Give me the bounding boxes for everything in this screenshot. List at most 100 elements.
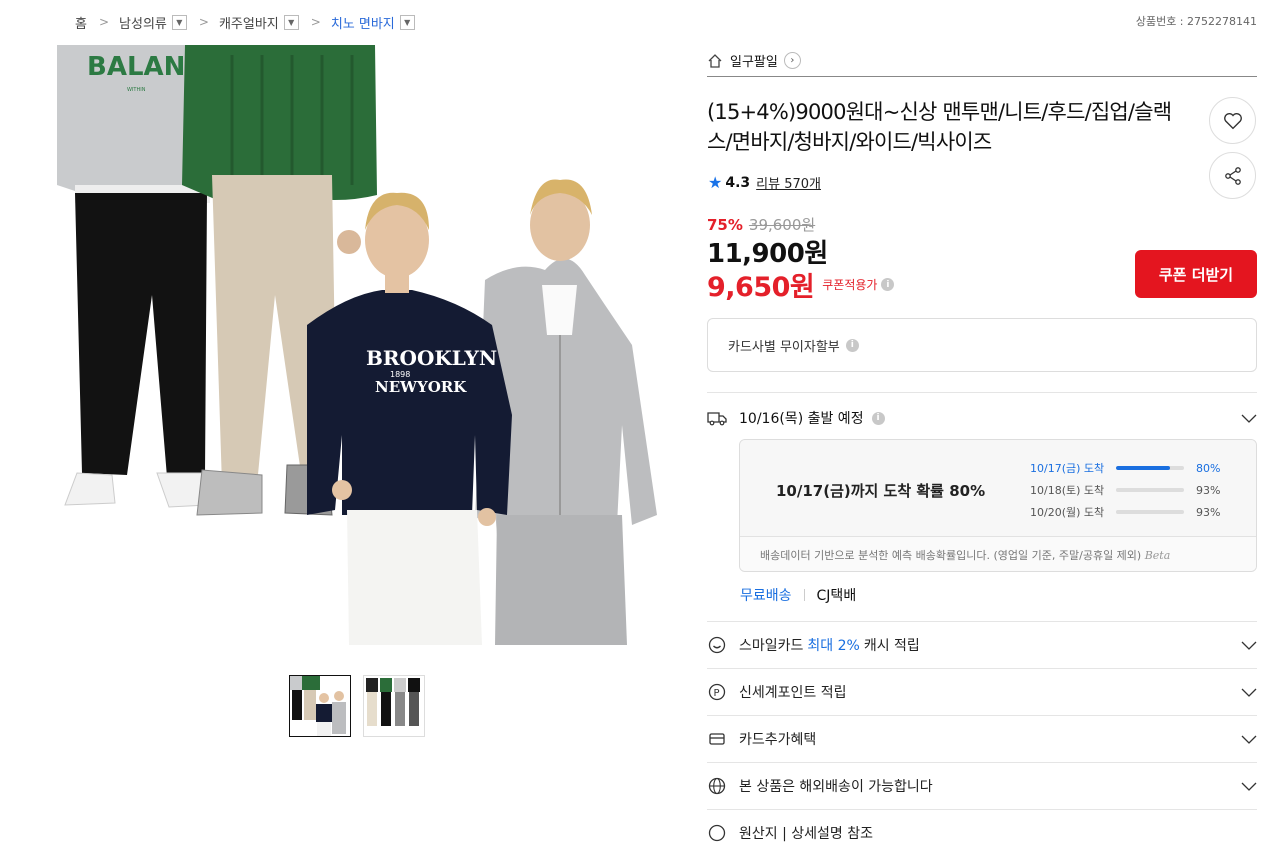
card-installment-box[interactable]: 카드사별 무이자할부 i — [707, 318, 1257, 372]
breadcrumb-category-1[interactable]: 남성의류 ▼ > — [119, 13, 219, 32]
smile-card-label: 스마일카드 — [739, 637, 804, 654]
breadcrumb-category-2[interactable]: 캐주얼바지 ▼ > — [219, 13, 331, 32]
probability-percent: 93% — [1196, 483, 1221, 497]
origin-row: 원산지 | 상세설명 참조 — [707, 809, 1257, 855]
breadcrumb-label[interactable]: 남성의류 — [119, 13, 167, 32]
shinsegae-point-label: 신세계포인트 적립 — [739, 684, 847, 701]
truck-icon — [707, 412, 727, 426]
discount-rate: 75% — [707, 216, 743, 234]
svg-text:P: P — [714, 688, 720, 699]
origin-label: 원산지 | 상세설명 참조 — [739, 825, 873, 842]
smile-icon — [707, 635, 727, 655]
discount-info: 75% 39,600원 — [707, 214, 815, 235]
chevron-down-icon[interactable] — [1241, 684, 1257, 700]
home-icon — [708, 53, 722, 68]
probability-bar — [1116, 510, 1184, 514]
chevron-right-icon[interactable]: › — [783, 52, 801, 69]
product-title: (15+4%)9000원대~신상 맨투맨/니트/후드/집업/슬랙스/면바지/청바… — [707, 100, 1172, 154]
product-main-image[interactable]: BALANCE WITHIN BROOKLYN 1898 NEWYORK — [57, 45, 657, 645]
probability-percent: 80% — [1196, 461, 1221, 475]
probability-bar — [1116, 466, 1184, 470]
document-icon — [707, 823, 727, 843]
delivery-probability-list: 10/17(금) 도착 80% 10/18(토) 도착 93% 10/20(월)… — [1030, 457, 1220, 523]
divider — [803, 589, 805, 601]
card-benefit-label: 카드추가혜택 — [739, 731, 817, 748]
delivery-probability-row: 10/20(월) 도착 93% — [1030, 501, 1220, 523]
arrival-date: 10/20(월) 도착 — [1030, 506, 1105, 519]
info-icon[interactable]: i — [881, 278, 895, 291]
chevron-right-icon: > — [310, 15, 321, 29]
get-coupon-button[interactable]: 쿠폰 더받기 — [1135, 250, 1257, 298]
departure-text: 10/16(목) 출발 예정 — [739, 411, 864, 427]
smile-card-suffix: 캐시 적립 — [863, 637, 920, 654]
beta-label: Beta — [1144, 549, 1171, 562]
probability-bar-fill — [1116, 466, 1171, 470]
thumbnail-image — [366, 678, 420, 726]
model1-print-sub: WITHIN — [127, 87, 146, 93]
delivery-probability-headline: 10/17(금)까지 도착 확률 80% — [776, 482, 986, 500]
carrier-name: CJ택배 — [816, 588, 857, 604]
breadcrumb: 홈 > 남성의류 ▼ > 캐주얼바지 ▼ > 치노 면바지 ▼ — [75, 11, 415, 33]
wishlist-button[interactable] — [1209, 97, 1256, 144]
model3-print-line1: BROOKLYN — [366, 346, 497, 370]
shinsegae-point-accordion[interactable]: P 신세계포인트 적립 — [707, 668, 1257, 714]
point-icon: P — [707, 682, 727, 702]
divider — [707, 392, 1257, 393]
coupon-price-row: 9,650원 쿠폰적용가 i — [707, 265, 895, 304]
shipping-toggle[interactable]: 10/16(목) 출발 예정 i — [707, 398, 1257, 438]
card-installment-label: 카드사별 무이자할부 — [728, 339, 840, 355]
product-models-illustration: BALANCE WITHIN BROOKLYN 1898 NEWYORK — [57, 45, 657, 645]
overseas-shipping-label: 본 상품은 해외배송이 가능합니다 — [739, 778, 933, 795]
review-count-link[interactable]: 리뷰 570개 — [756, 173, 821, 192]
probability-percent: 93% — [1196, 505, 1221, 519]
shop-link[interactable]: 일구팔일 › — [707, 45, 1257, 77]
original-price: 39,600원 — [748, 216, 816, 234]
smile-card-accordion[interactable]: 스마일카드 최대 2% 캐시 적립 — [707, 621, 1257, 667]
thumbnail-image — [290, 676, 346, 736]
delivery-probability-note: 배송데이터 기반으로 분석한 예측 배송확률입니다. (영업일 기준, 주말/공… — [740, 536, 1256, 571]
chevron-right-icon: > — [198, 15, 209, 29]
chevron-down-icon[interactable] — [1241, 731, 1257, 747]
chevron-down-icon[interactable] — [1241, 410, 1257, 426]
breadcrumb-label[interactable]: 캐주얼바지 — [219, 13, 279, 32]
thumbnail-1[interactable] — [289, 675, 351, 737]
breadcrumb-home[interactable]: 홈 > — [75, 13, 119, 32]
shipping-method: 무료배송 CJ택배 — [740, 585, 856, 605]
rating-score: 4.3 — [725, 174, 751, 191]
delivery-probability-summary: 10/17(금)까지 도착 확률 80% 10/17(금) 도착 80% 10/… — [740, 440, 1256, 536]
breadcrumb-category-3[interactable]: 치노 면바지 ▼ — [331, 13, 415, 32]
chevron-down-icon[interactable] — [1241, 637, 1257, 653]
product-number: 상품번호 : 2752278141 — [1135, 15, 1257, 28]
probability-bar-fill — [1116, 488, 1180, 492]
globe-icon — [707, 776, 727, 796]
probability-bar-fill — [1116, 510, 1180, 514]
delivery-probability-row: 10/18(토) 도착 93% — [1030, 479, 1220, 501]
breadcrumb-label[interactable]: 홈 — [75, 13, 87, 32]
thumbnail-list — [289, 675, 425, 737]
share-icon — [1224, 166, 1241, 185]
smile-card-highlight: 최대 2% — [807, 637, 860, 654]
breadcrumb-label[interactable]: 치노 면바지 — [331, 13, 395, 32]
coupon-price: 9,650원 — [707, 272, 815, 303]
shop-name[interactable]: 일구팔일 — [730, 51, 778, 70]
free-shipping-label: 무료배송 — [740, 588, 792, 604]
delivery-probability-row: 10/17(금) 도착 80% — [1030, 457, 1220, 479]
star-icon: ★ — [708, 173, 723, 192]
chevron-down-icon[interactable]: ▼ — [283, 14, 299, 30]
rating: ★ 4.3 리뷰 570개 — [708, 173, 821, 192]
coupon-price-label: 쿠폰적용가 — [822, 278, 878, 292]
arrival-date: 10/18(토) 도착 — [1030, 484, 1105, 497]
share-button[interactable] — [1209, 152, 1256, 199]
card-benefit-accordion[interactable]: 카드추가혜택 — [707, 715, 1257, 761]
overseas-shipping-accordion[interactable]: 본 상품은 해외배송이 가능합니다 — [707, 762, 1257, 808]
info-icon[interactable]: i — [845, 338, 859, 352]
model3-print-line3: NEWYORK — [375, 378, 467, 396]
chevron-down-icon[interactable]: ▼ — [171, 14, 187, 30]
credit-card-icon — [707, 729, 727, 749]
info-icon[interactable]: i — [871, 411, 885, 425]
heart-icon — [1223, 112, 1242, 129]
thumbnail-2[interactable] — [363, 675, 425, 737]
chevron-down-icon[interactable]: ▼ — [399, 14, 415, 30]
probability-bar — [1116, 488, 1184, 492]
chevron-down-icon[interactable] — [1241, 778, 1257, 794]
